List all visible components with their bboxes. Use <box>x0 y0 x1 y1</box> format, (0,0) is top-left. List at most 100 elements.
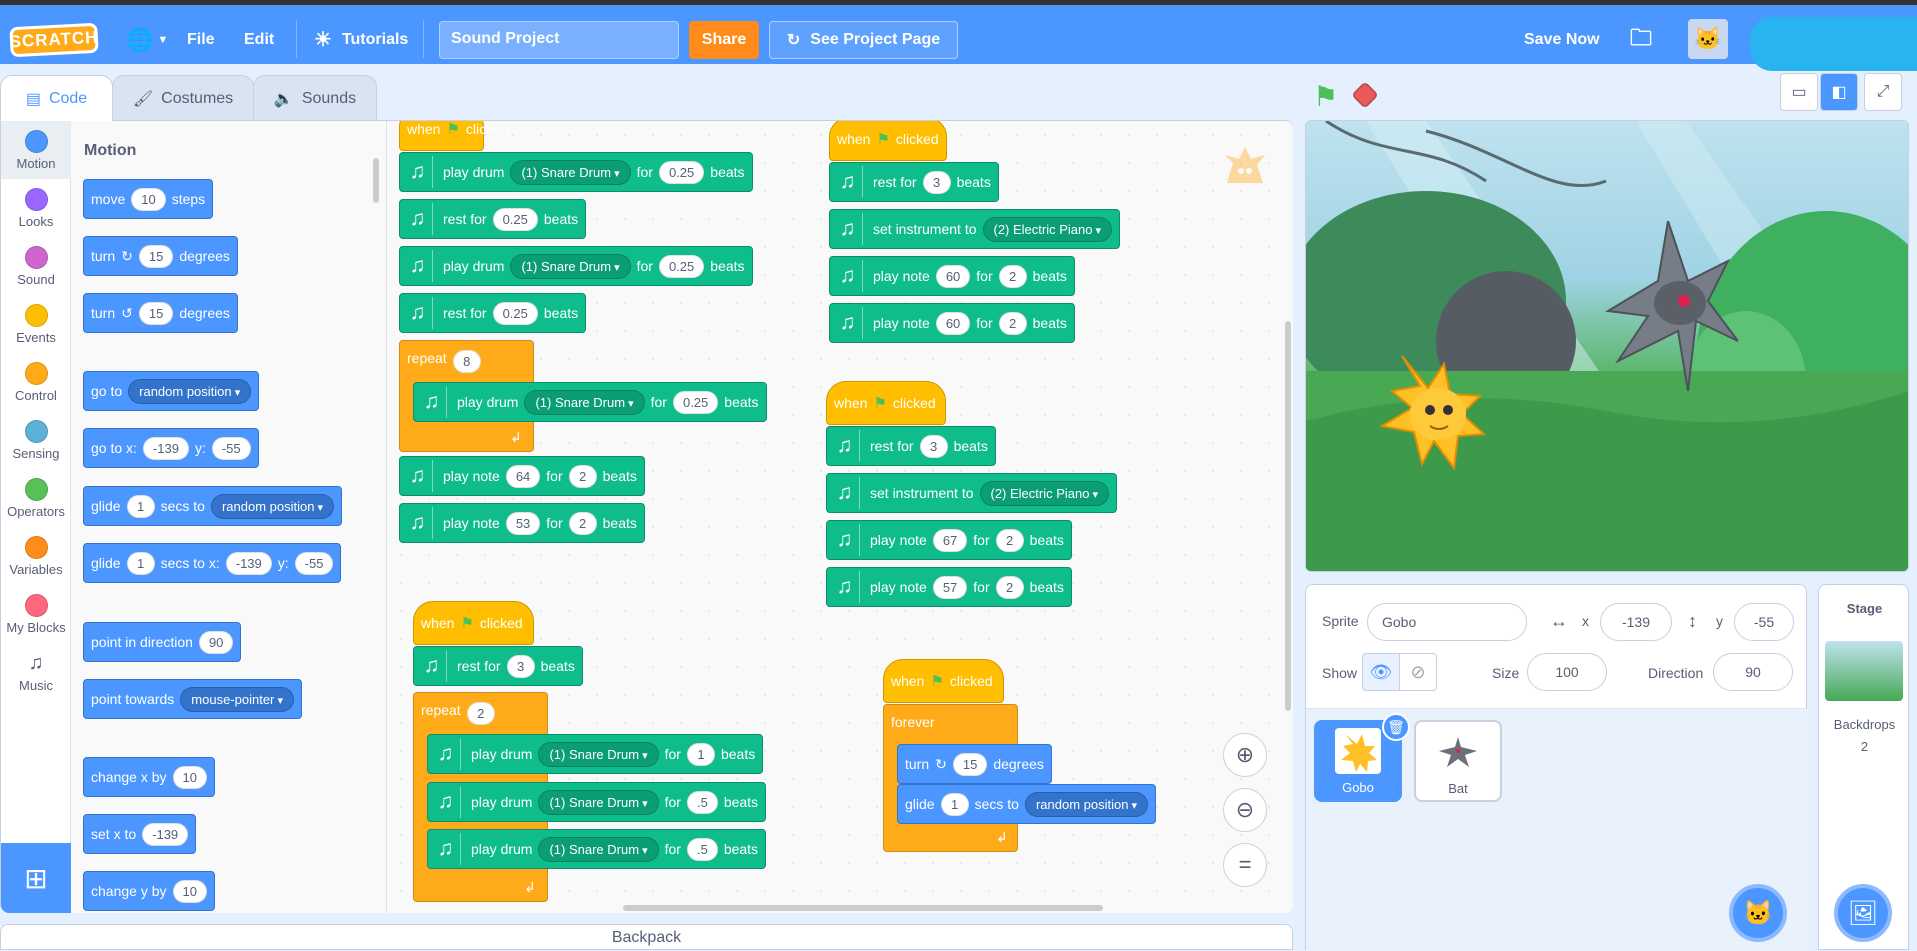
show-sprite-button[interactable]: 👁 <box>1362 653 1400 691</box>
size-field[interactable]: 100 <box>1527 653 1607 691</box>
play-note-block[interactable]: ♫ play note 67 for 2 beats <box>826 520 1072 560</box>
beats-input[interactable]: 3 <box>922 170 951 194</box>
fullscreen-button[interactable]: ⤢ <box>1864 73 1902 111</box>
bat-sprite[interactable] <box>1588 220 1739 392</box>
degrees-input[interactable]: 15 <box>138 301 174 325</box>
instrument-dropdown[interactable]: (2) Electric Piano <box>979 480 1110 506</box>
play-note-block[interactable]: ♫ play note 57 for 2 beats <box>826 567 1072 607</box>
rest-block[interactable]: ♫ rest for 0.25 beats <box>399 293 587 333</box>
sprite-name-field[interactable]: Gobo <box>1367 603 1527 641</box>
x-field[interactable]: -139 <box>1600 603 1672 641</box>
rest-block[interactable]: ♫ rest for 3 beats <box>826 426 996 466</box>
beats-input[interactable]: 0.25 <box>492 207 538 231</box>
steps-input[interactable]: 10 <box>131 187 166 211</box>
go-to-block[interactable]: go to random position <box>83 371 260 411</box>
palette-scrollbar[interactable] <box>373 158 379 203</box>
choose-sprite-button[interactable]: 🐱 <box>1729 884 1787 942</box>
drum-dropdown[interactable]: (1) Snare Drum <box>538 789 659 815</box>
category-sensing[interactable]: Sensing <box>1 411 71 469</box>
sprite-tile-bat[interactable]: Bat <box>1414 720 1502 802</box>
tab-costumes[interactable]: 🖌 Costumes <box>112 75 254 121</box>
direction-input[interactable]: 90 <box>198 630 234 654</box>
stop-button[interactable] <box>1351 81 1379 109</box>
point-in-direction-block[interactable]: point in direction 90 <box>83 622 242 662</box>
x-input[interactable]: -139 <box>142 436 189 460</box>
drum-dropdown[interactable]: (1) Snare Drum <box>510 253 631 279</box>
drum-dropdown[interactable]: (1) Snare Drum <box>538 741 659 767</box>
category-music[interactable]: ♫ Music <box>1 643 71 701</box>
x-input[interactable]: -139 <box>225 551 272 575</box>
note-input[interactable]: 53 <box>505 511 541 535</box>
turn-left-block[interactable]: turn ↺ 15 degrees <box>83 293 238 333</box>
turn-block[interactable]: turn ↻ 15 degrees <box>897 744 1052 784</box>
my-stuff-folder-icon[interactable]: 🗀 <box>1630 10 1652 69</box>
normal-stage-button[interactable]: ◧ <box>1820 73 1858 111</box>
hide-sprite-button[interactable]: ⊘ <box>1399 653 1437 691</box>
vertical-scrollbar[interactable] <box>1285 321 1291 711</box>
y-input[interactable]: -55 <box>211 436 251 460</box>
category-operators[interactable]: Operators <box>1 469 71 527</box>
horizontal-scrollbar[interactable] <box>623 905 1103 911</box>
go-to-xy-block[interactable]: go to x: -139 y: -55 <box>83 428 259 468</box>
beats-input[interactable]: 2 <box>995 575 1024 599</box>
secs-input[interactable]: 1 <box>126 551 155 575</box>
change-x-block[interactable]: change x by 10 <box>83 757 215 797</box>
beats-input[interactable]: 2 <box>998 311 1027 335</box>
script-workspace[interactable]: when ⚑ clicked ♫ play drum (1) Snare Drum for… <box>387 121 1293 913</box>
play-note-block[interactable]: ♫ play note 64 for 2 beats <box>399 456 645 496</box>
add-extension-button[interactable]: ⊞ <box>1 843 71 913</box>
play-drum-block[interactable]: ♫ play drum (1) Snare Drum for .5 beats <box>427 829 767 869</box>
project-title-input[interactable]: Sound Project <box>439 21 679 59</box>
play-drum-block[interactable]: ♫ play drum (1) Snare Drum for 0.25 beats <box>399 246 753 286</box>
when-flag-clicked-hat[interactable]: when ⚑ clicked <box>883 659 1004 703</box>
play-drum-block[interactable]: ♫ play drum (1) Snare Drum for .5 beats <box>427 782 767 822</box>
target-dropdown[interactable]: random position <box>210 493 335 519</box>
value-input[interactable]: -139 <box>142 822 189 846</box>
beats-input[interactable]: .5 <box>686 790 718 814</box>
turn-right-block[interactable]: turn ↻ 15 degrees <box>83 236 238 276</box>
delete-sprite-button[interactable]: 🗑 <box>1382 713 1410 741</box>
note-input[interactable]: 67 <box>932 528 968 552</box>
glide-block[interactable]: glide 1 secs to random position <box>897 784 1157 824</box>
set-instrument-block[interactable]: ♫ set instrument to (2) Electric Piano <box>829 209 1121 249</box>
secs-input[interactable]: 1 <box>126 494 155 518</box>
category-motion[interactable]: Motion <box>1 121 71 179</box>
category-my-blocks[interactable]: My Blocks <box>1 585 71 643</box>
drum-dropdown[interactable]: (1) Snare Drum <box>538 836 659 862</box>
small-stage-button[interactable]: ▭ <box>1780 73 1818 111</box>
play-note-block[interactable]: ♫ play note 60 for 2 beats <box>829 303 1075 343</box>
gobo-sprite[interactable] <box>1372 346 1492 476</box>
choose-backdrop-button[interactable]: 🖼 <box>1834 884 1892 942</box>
target-dropdown[interactable]: mouse-pointer <box>180 686 294 712</box>
note-input[interactable]: 57 <box>932 575 968 599</box>
y-field[interactable]: -55 <box>1734 603 1794 641</box>
repeat-count-input[interactable]: 8 <box>452 350 481 373</box>
instrument-dropdown[interactable]: (2) Electric Piano <box>982 216 1113 242</box>
beats-input[interactable]: 0.25 <box>492 301 538 325</box>
category-looks[interactable]: Looks <box>1 179 71 237</box>
rest-block[interactable]: ♫ rest for 3 beats <box>413 646 583 686</box>
category-variables[interactable]: Variables <box>1 527 71 585</box>
beats-input[interactable]: 2 <box>998 264 1027 288</box>
see-project-page-button[interactable]: ↻ See Project Page <box>769 21 958 59</box>
beats-input[interactable]: 0.25 <box>658 160 705 184</box>
beats-input[interactable]: 0.25 <box>672 390 719 414</box>
beats-input[interactable]: 3 <box>919 434 948 458</box>
drum-dropdown[interactable]: (1) Snare Drum <box>510 159 631 185</box>
secs-input[interactable]: 1 <box>940 792 969 816</box>
share-button[interactable]: Share <box>689 21 759 59</box>
glide-to-xy-block[interactable]: glide 1 secs to x: -139 y: -55 <box>83 543 342 583</box>
when-flag-clicked-hat[interactable]: when ⚑ clicked <box>413 601 534 645</box>
stage-canvas[interactable] <box>1305 120 1909 572</box>
category-control[interactable]: Control <box>1 353 71 411</box>
repeat-count-input[interactable]: 2 <box>466 702 495 725</box>
file-menu[interactable]: File <box>187 10 215 69</box>
set-instrument-block[interactable]: ♫ set instrument to (2) Electric Piano <box>826 473 1118 513</box>
rest-block[interactable]: ♫ rest for 3 beats <box>829 162 999 202</box>
play-drum-block[interactable]: ♫ play drum (1) Snare Drum for 0.25 beats <box>413 382 767 422</box>
save-now-button[interactable]: Save Now <box>1524 10 1600 69</box>
rest-block[interactable]: ♫ rest for 0.25 beats <box>399 199 587 239</box>
beats-input[interactable]: 2 <box>568 464 597 488</box>
play-drum-block[interactable]: ♫ play drum (1) Snare Drum for 0.25 beats <box>399 152 753 192</box>
change-y-block[interactable]: change y by 10 <box>83 871 215 911</box>
